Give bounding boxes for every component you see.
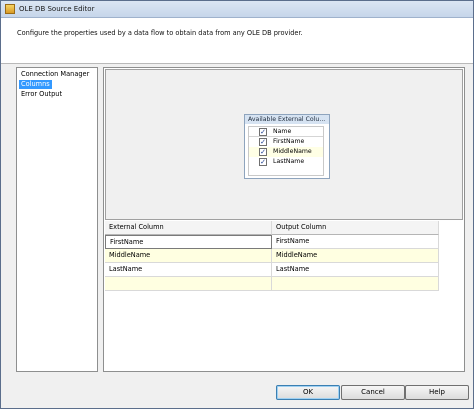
column-mapping-grid: External Column Output Column FirstName … [105,221,439,291]
title-bar[interactable]: OLE DB Source Editor [1,1,473,18]
external-column-item[interactable]: ✓ FirstName [249,137,323,147]
external-column-cell[interactable]: LastName [105,263,272,277]
external-column-label: MiddleName [273,148,312,155]
external-columns-header-row: ✓ Name [249,127,323,137]
output-column-cell[interactable] [272,277,439,291]
external-column-cell[interactable] [105,277,272,291]
external-column-cell[interactable]: MiddleName [105,249,272,263]
new-row-placeholder[interactable] [105,277,439,291]
output-column-header[interactable]: Output Column [272,221,439,235]
table-row[interactable]: LastName LastName [105,263,439,277]
external-column-label: FirstName [273,138,305,145]
app-icon [5,4,15,14]
name-column-header: Name [273,128,292,135]
output-column-cell[interactable]: FirstName [272,235,439,249]
ole-db-source-editor-window: OLE DB Source Editor Configure the prope… [0,0,474,409]
external-column-item[interactable]: ✓ MiddleName [249,147,323,157]
external-columns-list: ✓ Name ✓ FirstName ✓ MiddleName ✓ LastNa… [248,126,324,176]
nav-item-columns[interactable]: Columns [19,80,52,89]
external-column-header[interactable]: External Column [105,221,272,235]
select-all-checkbox[interactable]: ✓ [259,128,267,136]
output-column-cell[interactable]: LastName [272,263,439,277]
navigation-pane: Connection Manager Columns Error Output [16,67,98,372]
middlename-checkbox[interactable]: ✓ [259,148,267,156]
cancel-button[interactable]: Cancel [341,385,405,400]
ok-button[interactable]: OK [276,385,340,400]
columns-page: Available External Colu... ✓ Name ✓ Firs… [103,67,465,372]
external-column-item[interactable]: ✓ LastName [249,157,323,167]
header-panel: Configure the properties used by a data … [1,18,473,64]
available-external-columns-box[interactable]: Available External Colu... ✓ Name ✓ Firs… [244,114,330,179]
external-columns-title: Available External Colu... [245,115,329,124]
header-description: Configure the properties used by a data … [17,29,303,37]
external-column-label: LastName [273,158,305,165]
grid-header-row: External Column Output Column [105,221,439,235]
external-column-cell[interactable]: FirstName [105,235,272,249]
table-row[interactable]: MiddleName MiddleName [105,249,439,263]
nav-item-connection-manager[interactable]: Connection Manager [19,70,91,79]
table-row[interactable]: FirstName FirstName [105,235,439,249]
help-button[interactable]: Help [405,385,469,400]
firstname-checkbox[interactable]: ✓ [259,138,267,146]
lastname-checkbox[interactable]: ✓ [259,158,267,166]
window-title: OLE DB Source Editor [19,5,95,13]
output-column-cell[interactable]: MiddleName [272,249,439,263]
column-designer-area: Available External Colu... ✓ Name ✓ Firs… [105,69,463,220]
nav-item-error-output[interactable]: Error Output [19,90,64,99]
